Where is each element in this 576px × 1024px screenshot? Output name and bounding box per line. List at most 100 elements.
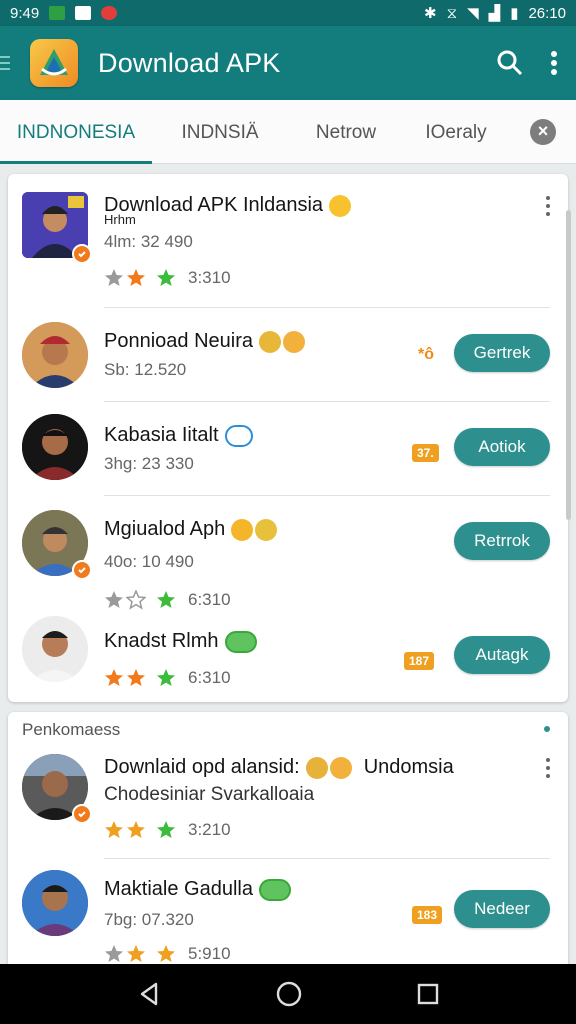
list-item[interactable]: Kabasia Iitalt 3hg: 23 330 37. Aotiok	[8, 402, 568, 496]
star-icon	[127, 269, 145, 286]
notification-icon-2	[75, 6, 92, 20]
avatar	[22, 870, 88, 936]
action-button[interactable]: Aotiok	[454, 428, 550, 466]
emoji-icon	[329, 194, 352, 217]
app-subtitle: Hrhm	[104, 212, 136, 227]
app-size: 3hg: 23 330	[104, 454, 194, 473]
rating-value: 6:310	[188, 668, 231, 687]
bluetooth-icon: ✱	[423, 5, 437, 22]
status-time-left: 9:49	[10, 4, 40, 22]
scrollbar[interactable]	[566, 210, 571, 520]
avatar	[22, 414, 88, 480]
list-item[interactable]: Knadst Rlmh 6:310 187 Autagk	[8, 614, 568, 702]
search-icon[interactable]	[496, 49, 524, 77]
tab-oeraly[interactable]: IOeraly	[404, 100, 508, 164]
star-icon	[105, 945, 123, 962]
list-item[interactable]: Downlaid opd alansid: Undomsia Chodesinia…	[8, 748, 568, 860]
badge-icon	[224, 630, 257, 653]
app-name: Ponnioad Neuira	[104, 330, 253, 352]
rating-value: 6:310	[188, 590, 231, 609]
badge-icon	[258, 878, 291, 901]
app-name: Mgiualod Aph	[104, 518, 226, 540]
rating-stars: 3:310	[104, 268, 231, 288]
star-icon	[157, 269, 175, 286]
back-icon[interactable]	[136, 981, 162, 1007]
signal-icon: ▟	[488, 5, 501, 22]
vibrate-icon: ⧖	[446, 4, 458, 22]
star-icon	[157, 591, 175, 608]
list-item[interactable]: Maktiale Gadulla 7bg: 07.320 5:910 183 N…	[8, 860, 568, 970]
verified-badge-icon	[72, 804, 92, 824]
more-options-icon[interactable]	[546, 196, 552, 216]
app-name: Download APK Inldansia	[104, 194, 324, 216]
app-size: 40o: 10 490	[104, 552, 194, 571]
rating-stars: 6:310	[104, 590, 231, 610]
tab-netrow[interactable]: Netrow	[288, 100, 404, 164]
status-time-right: 26:10	[528, 4, 566, 22]
notification-icon-3	[101, 6, 118, 20]
badge-icon	[224, 424, 253, 447]
emoji-icon	[231, 518, 254, 541]
list-item[interactable]: Mgiualod Aph 40o: 10 490 6:310 Retrrok	[8, 496, 568, 614]
app-name: Knadst Rlmh	[104, 630, 219, 652]
recents-icon[interactable]	[416, 982, 440, 1006]
more-options-icon[interactable]	[546, 758, 552, 778]
app-name: Kabasia Iitalt	[104, 424, 219, 446]
section-title: Penkomaess	[22, 720, 121, 739]
emoji-icon	[255, 518, 278, 541]
promo-tag: *ô	[418, 346, 434, 363]
tab-indnsia[interactable]: INDNSIÄ	[152, 100, 288, 164]
menu-icon[interactable]	[0, 56, 12, 70]
app-bar: Download APK	[0, 26, 576, 100]
star-icon	[157, 821, 175, 838]
action-button[interactable]: Autagk	[454, 636, 550, 674]
verified-badge-icon	[72, 560, 92, 580]
star-icon	[157, 945, 175, 962]
rating-stars: 6:310	[104, 668, 231, 688]
indicator-dot	[544, 726, 550, 732]
list-item[interactable]: Ponnioad Neuira Sb: 12.520 *ô Gertrek	[8, 308, 568, 402]
star-icon	[105, 591, 123, 608]
app-name: Downlaid opd alansid:	[104, 756, 300, 778]
action-button[interactable]: Retrrok	[454, 522, 550, 560]
app-size: Sb: 12.520	[104, 360, 187, 379]
emoji-icon	[283, 330, 305, 353]
star-icon	[157, 669, 175, 686]
action-button[interactable]: Nedeer	[454, 890, 550, 928]
divider	[104, 858, 550, 859]
verified-badge-icon	[72, 244, 92, 264]
app-name-suffix: Undomsia	[363, 756, 454, 778]
close-icon[interactable]: ×	[530, 118, 556, 145]
star-icon	[105, 269, 123, 286]
emoji-icon	[259, 330, 281, 353]
avatar	[22, 616, 88, 682]
notification-icon	[49, 6, 66, 20]
star-icon	[105, 669, 123, 686]
rating-value: 3:210	[188, 820, 231, 839]
promo-tag: 187	[404, 652, 435, 670]
star-icon	[105, 821, 123, 838]
get-button[interactable]: Gertrek	[454, 334, 550, 372]
star-icon	[127, 821, 145, 838]
tab-bar: INDNONESIA INDNSIÄ Netrow IOeraly ×	[0, 100, 576, 164]
tab-indonesia[interactable]: INDNONESIA	[0, 100, 152, 164]
wifi-icon: ◥	[467, 5, 479, 22]
page-title: Download APK	[98, 47, 281, 78]
list-item[interactable]: Download APK Inldansia Hrhm 4lm: 32 490 …	[8, 174, 568, 308]
recommended-card: Penkomaess Downlaid opd alansid: Undomsia…	[8, 712, 568, 982]
rating-value: 3:310	[188, 268, 231, 287]
emoji-icon	[305, 756, 328, 779]
battery-icon: ▮	[510, 5, 519, 22]
app-logo-icon	[30, 39, 78, 87]
rating-value: 5:910	[188, 944, 231, 963]
promo-tag: 37.	[412, 444, 439, 462]
overflow-menu-icon[interactable]	[550, 50, 558, 76]
app-size: 7bg: 07.320	[104, 910, 194, 929]
emoji-icon	[329, 756, 352, 779]
star-icon	[126, 590, 146, 610]
rating-stars: 3:210	[104, 820, 231, 840]
rating-stars: 5:910	[104, 944, 231, 964]
star-icon	[127, 945, 145, 962]
home-icon[interactable]	[275, 980, 303, 1008]
avatar	[22, 322, 88, 388]
